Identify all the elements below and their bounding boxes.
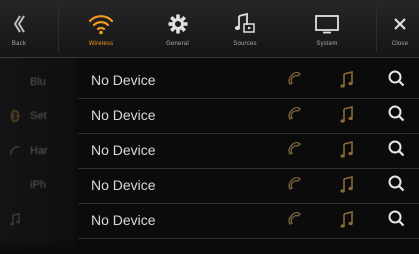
- music-note-icon[interactable]: [340, 210, 354, 233]
- close-button[interactable]: Close: [381, 0, 419, 57]
- tab-sources[interactable]: Sources: [213, 0, 277, 57]
- side-item-music: [0, 202, 75, 236]
- phone-icon[interactable]: [287, 71, 303, 92]
- side-item-label: Set: [30, 110, 47, 122]
- device-row[interactable]: No Device: [78, 63, 419, 99]
- sources-label: Sources: [233, 41, 257, 47]
- phone-icon[interactable]: [287, 176, 303, 197]
- side-item-settings: Set: [0, 99, 75, 133]
- device-name: No Device: [91, 212, 156, 228]
- music-note-icon[interactable]: [340, 140, 354, 163]
- device-name: No Device: [91, 142, 156, 158]
- wireless-label: Wireless: [88, 41, 114, 47]
- device-name: No Device: [91, 177, 156, 193]
- back-chevron-icon: [12, 10, 26, 38]
- background-side-menu: Blu Set Har iPh: [0, 58, 75, 254]
- device-name: No Device: [91, 72, 156, 88]
- device-row[interactable]: No Device: [78, 133, 419, 169]
- music-note-icon[interactable]: [340, 70, 354, 93]
- search-icon[interactable]: [388, 105, 405, 127]
- gear-icon: [168, 10, 188, 38]
- phone-icon: [0, 145, 30, 157]
- close-icon: [393, 10, 407, 38]
- wireless-icon: [88, 10, 114, 38]
- device-row[interactable]: No Device: [78, 98, 419, 134]
- side-item-label: Har: [30, 145, 48, 157]
- top-tab-bar: Back Wireless General Sources System Clo…: [0, 0, 419, 58]
- music-note-icon: [0, 212, 30, 226]
- side-item-bluetooth: Blu: [0, 65, 75, 99]
- bottom-fade: [0, 238, 419, 254]
- back-button[interactable]: Back: [0, 0, 38, 57]
- device-row[interactable]: No Device: [78, 203, 419, 239]
- music-note-icon[interactable]: [340, 175, 354, 198]
- search-icon[interactable]: [388, 140, 405, 162]
- device-row[interactable]: No Device: [78, 168, 419, 204]
- phone-icon[interactable]: [287, 141, 303, 162]
- side-item-hands-free: Har: [0, 134, 75, 168]
- side-item-label: iPh: [30, 179, 46, 191]
- device-name: No Device: [91, 107, 156, 123]
- system-label: System: [316, 41, 338, 47]
- bluetooth-icon: [0, 109, 30, 123]
- phone-icon[interactable]: [287, 211, 303, 232]
- tab-wireless[interactable]: Wireless: [68, 0, 134, 57]
- music-note-icon[interactable]: [340, 105, 354, 128]
- search-icon[interactable]: [388, 175, 405, 197]
- music-note-icon: [234, 10, 256, 38]
- back-label: Back: [11, 41, 27, 47]
- search-icon[interactable]: [388, 70, 405, 92]
- phone-icon[interactable]: [287, 106, 303, 127]
- close-label: Close: [391, 41, 409, 47]
- monitor-icon: [314, 10, 340, 38]
- side-item-label: Blu: [30, 76, 46, 88]
- side-item-iphone: iPh: [0, 168, 75, 202]
- search-icon[interactable]: [388, 210, 405, 232]
- tab-general[interactable]: General: [140, 0, 215, 57]
- general-label: General: [166, 41, 189, 47]
- tab-system[interactable]: System: [287, 0, 367, 57]
